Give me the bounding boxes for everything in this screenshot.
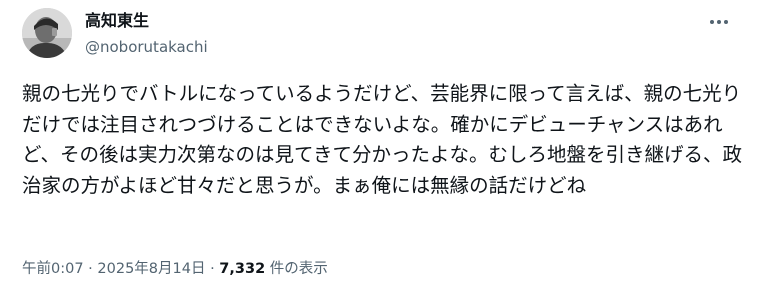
user-handle[interactable]: @noborutakachi bbox=[85, 38, 208, 56]
meta-separator-2: · bbox=[210, 261, 215, 277]
tweet-text: 親の七光りでバトルになっているようだけど、芸能界に限って言えば、親の七光りだけで… bbox=[22, 82, 742, 197]
avatar-image bbox=[22, 8, 72, 58]
tweet-time[interactable]: 午前0:07 bbox=[22, 261, 84, 277]
more-options-button[interactable] bbox=[704, 12, 734, 32]
views-count: 7,332 bbox=[219, 261, 266, 277]
avatar[interactable] bbox=[22, 8, 72, 58]
views-label: 件の表示 bbox=[269, 261, 328, 277]
tweet-meta: 午前0:07 · 2025年8月14日 · 7,332 件の表示 bbox=[22, 259, 328, 279]
more-horizontal-icon bbox=[710, 20, 728, 24]
tweet-card: 高知東生 @noborutakachi 親の七光りでバトルになっているようだけど… bbox=[0, 0, 759, 288]
meta-separator: · bbox=[88, 261, 93, 277]
display-name[interactable]: 高知東生 bbox=[85, 11, 149, 31]
tweet-date[interactable]: 2025年8月14日 bbox=[97, 261, 205, 277]
